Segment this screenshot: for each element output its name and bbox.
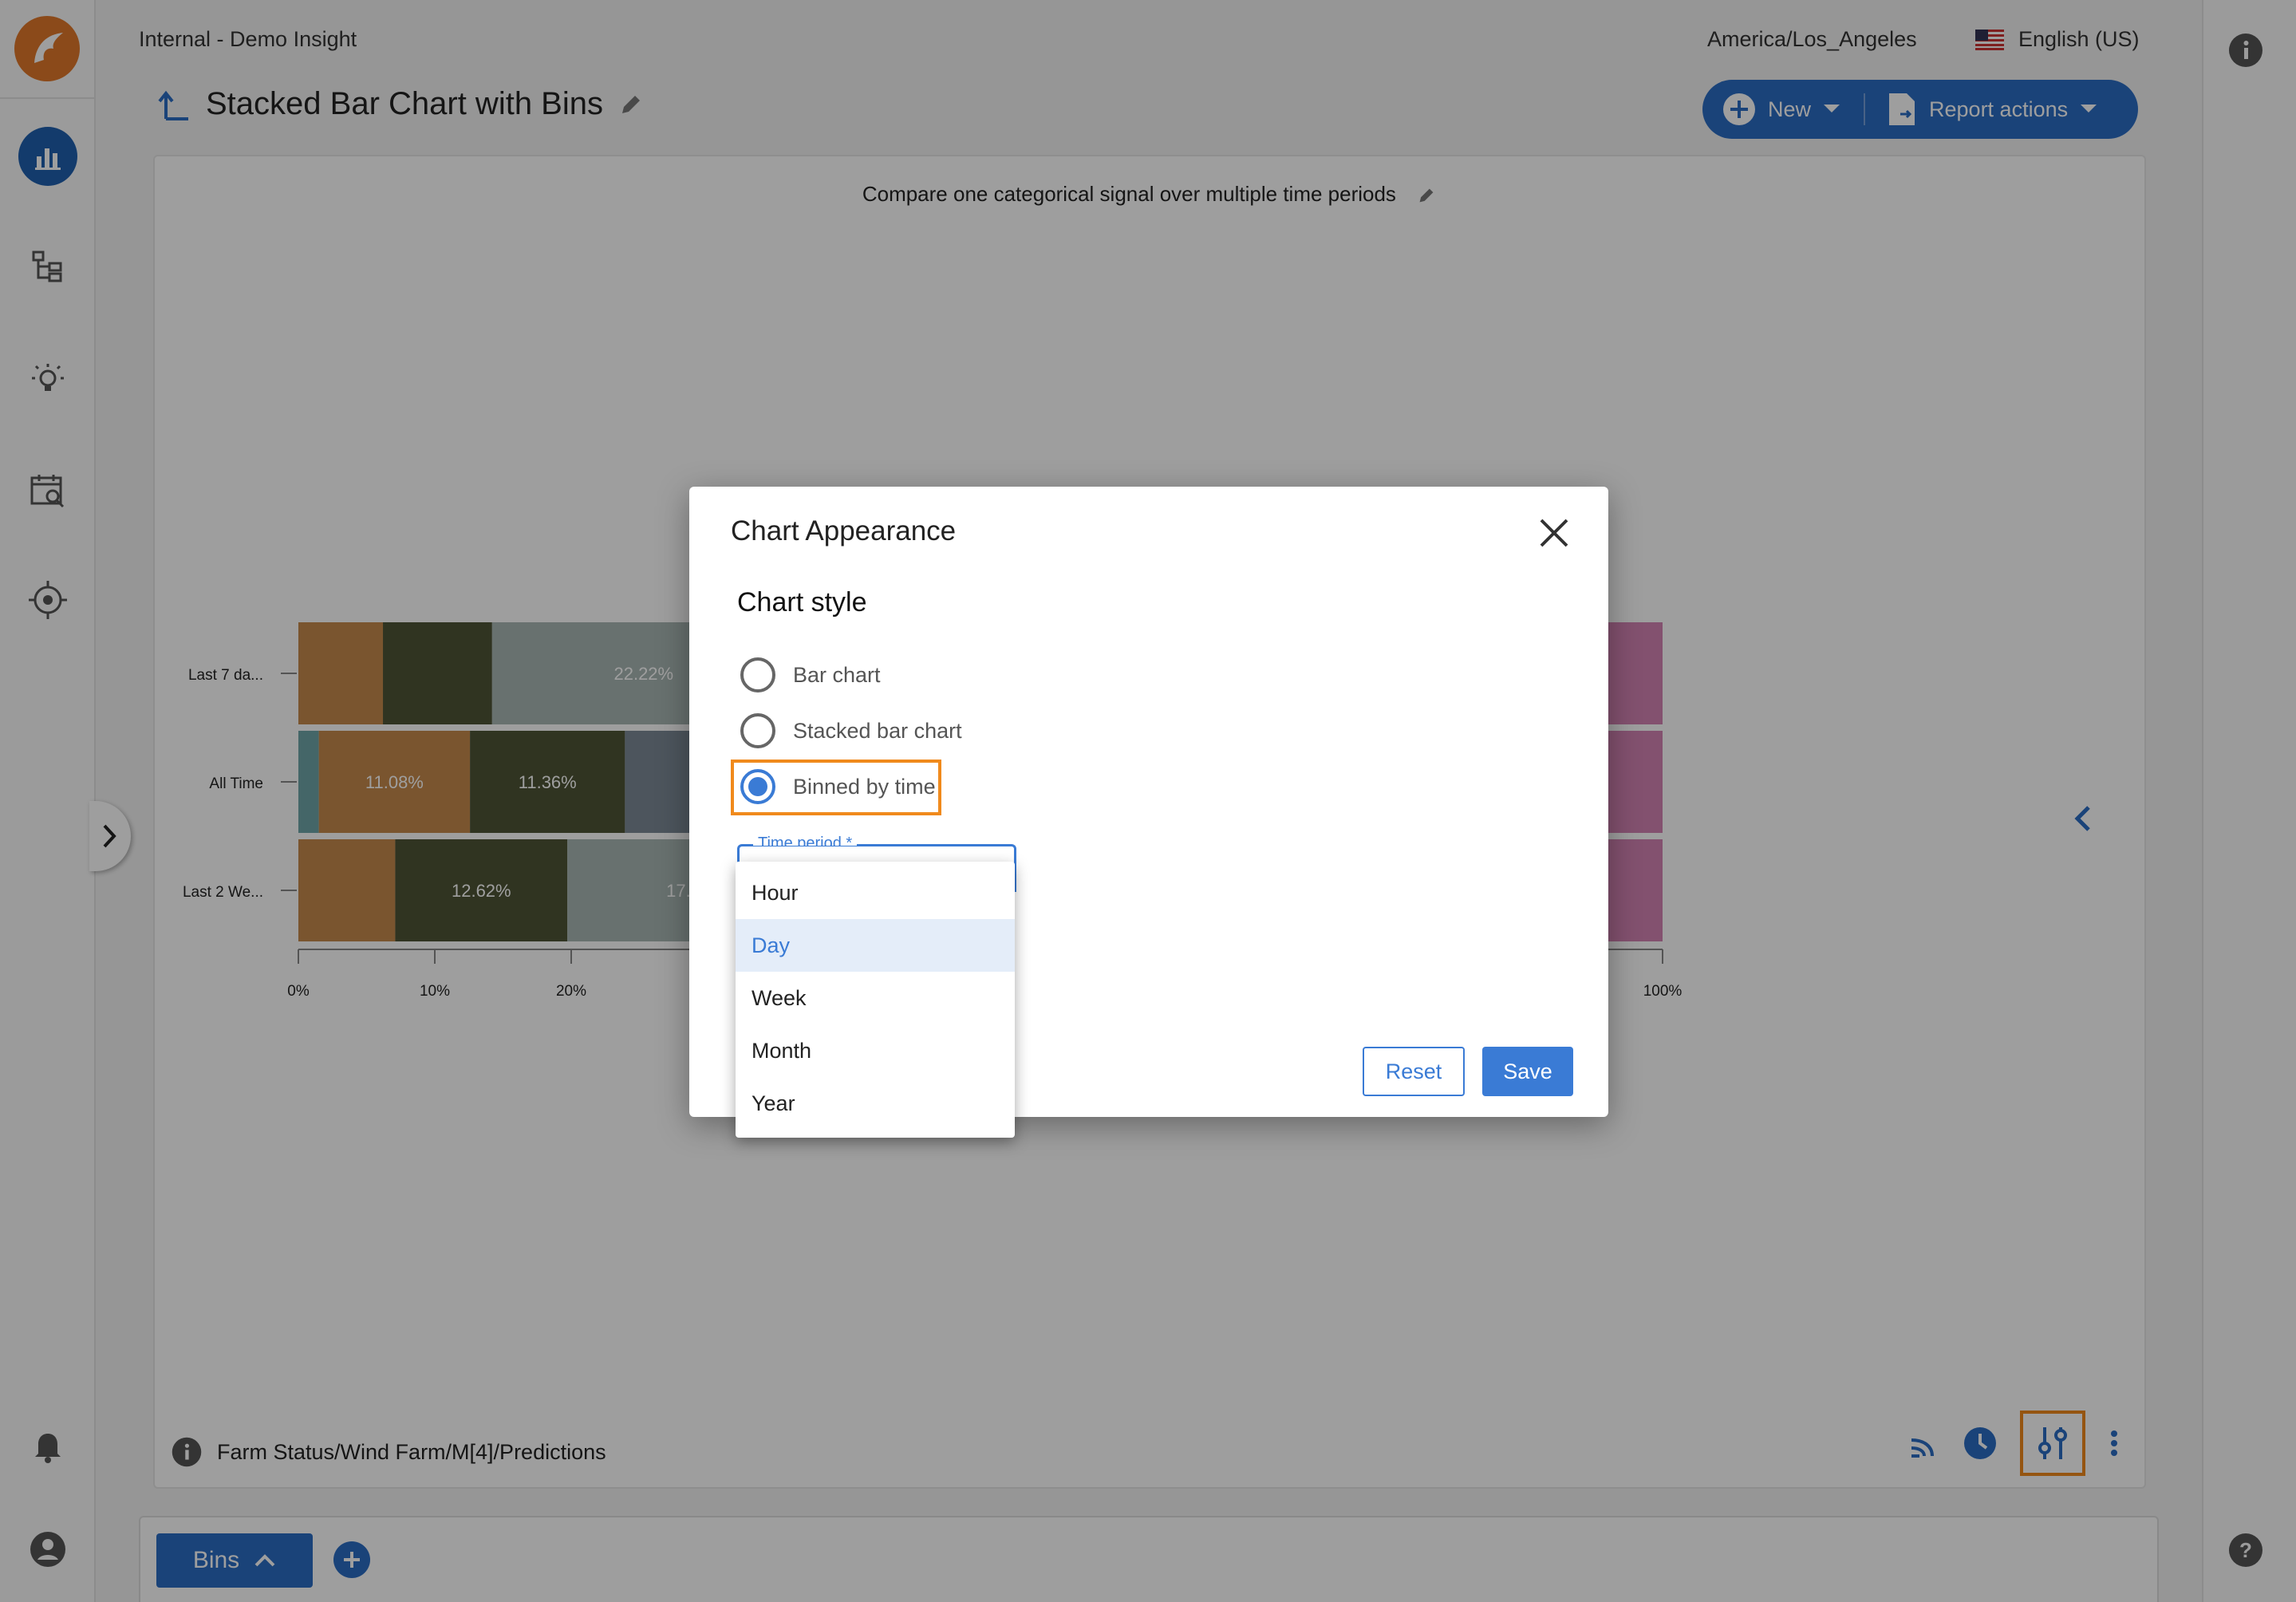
save-button[interactable]: Save xyxy=(1482,1047,1573,1096)
radio-label: Stacked bar chart xyxy=(793,718,962,743)
section-title: Chart style xyxy=(737,587,867,618)
radio-binned-by-time[interactable]: Binned by time xyxy=(740,763,936,811)
option-week[interactable]: Week xyxy=(736,972,1015,1024)
option-month[interactable]: Month xyxy=(736,1024,1015,1077)
option-year[interactable]: Year xyxy=(736,1077,1015,1130)
radio-bar-chart[interactable]: Bar chart xyxy=(740,651,881,699)
reset-button[interactable]: Reset xyxy=(1363,1047,1465,1096)
radio-unchecked-icon xyxy=(740,657,775,692)
radio-unchecked-icon xyxy=(740,713,775,748)
radio-stacked-bar-chart[interactable]: Stacked bar chart xyxy=(740,707,962,755)
time-period-label: Time period * xyxy=(753,831,858,846)
time-period-dropdown: Hour Day Week Month Year xyxy=(736,862,1015,1138)
radio-label: Bar chart xyxy=(793,662,881,687)
radio-checked-icon xyxy=(740,769,775,804)
close-icon[interactable] xyxy=(1537,515,1572,550)
option-day[interactable]: Day xyxy=(736,919,1015,972)
option-hour[interactable]: Hour xyxy=(736,866,1015,919)
radio-label: Binned by time xyxy=(793,774,936,799)
dialog-title: Chart Appearance xyxy=(731,515,957,546)
